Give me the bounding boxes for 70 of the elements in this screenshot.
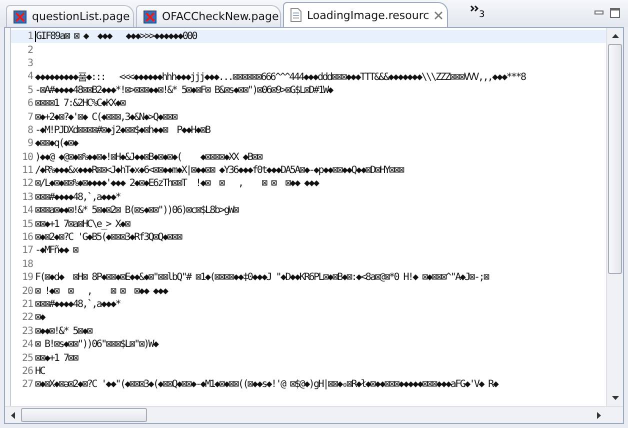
code-line: ⊠◆ — [35, 312, 44, 324]
line-number: 9 — [26, 138, 34, 150]
editor-tab[interactable]: questionList.page — [6, 5, 134, 27]
maximize-icon[interactable] — [610, 8, 620, 18]
code-line: ⊠◆◆⊠!&* 5⊠◆⊠ — [35, 326, 92, 337]
code-line: ⊠◆⊠X◆⊠ə⊠2◆⊠?C '◆◆"(◆⊠⊠⊠3◆(◆⊠⊠Q◆⊠⊠◆-◆M1◆⊠◆⊠⊠((⊠◆◆s◆!'@ ⊠$@◆)gH|⊠⊠◆₀⊠R◆ł◆⊠◆◆⊠⊠⊠◆◆◆◆◆⊠⊠⊠◆◆◆aFG◆'V◆ R◆ — [35, 379, 498, 390]
line-number: 10 — [20, 152, 34, 163]
hidden-tab-count: 3 — [479, 10, 485, 20]
code-line: )◆◆@ ◆@⊠◆⊠%◆◆⊠◆!⊠H◆&J◆◆⊠B◆⊠◆⊠◆( ◆⊠⊠⊠⊠◆XX ◆B⊠⊠ — [35, 152, 262, 163]
line-number: 14 — [20, 205, 34, 216]
code-line: ⊠ !◆⊠ ⊠ , ⊠ ⊠ ⊠◆◆ ◆◆◆ — [35, 286, 168, 297]
line-number: 7 — [26, 112, 34, 123]
code-line: HC — [35, 366, 44, 377]
document-icon — [290, 8, 302, 22]
down-arrow-icon[interactable] — [612, 396, 618, 400]
line-number: 19 — [20, 272, 34, 284]
code-line: ⊠◆+2◆⊠?◆'⊠◆ C(◆⊠⊠⊠,3◆&N◆>Q◆⊠⊠⊠ — [35, 112, 177, 123]
line-number: 22 — [20, 312, 34, 324]
code-line: ⊠⊠⊠#◆◆◆◆48,`,a◆◆◆* — [35, 299, 120, 310]
line-number: 25 — [20, 352, 34, 364]
code-line: /◆R%◆◆◆&x◆◆◆R⊠⊠<J◆hT◆x◆6<⊠⊠◆◆m◆X|⊠◆◆⊠⊠ ◆Y36◆◆◆f0t◆◆◆DA5A⊠◆-◆p◆◆⊠⊠◆◆Q◆◆⊠D⊠HY⊠⊠⊠ — [35, 165, 404, 176]
line-number: 13 — [20, 192, 34, 203]
code-line: GIF89a⊠ ⊠ ◆ ◆◆◆ ◆◆◆>>>◆◆◆◆◆◆000 — [36, 31, 196, 42]
vertical-scrollbar[interactable] — [606, 28, 623, 406]
scrollbar-thumb[interactable] — [608, 44, 622, 274]
line-number: 4 — [26, 71, 34, 82]
line-number: 12 — [20, 178, 34, 190]
code-line: -◆MFñ◆◆ ⊠ — [35, 245, 78, 256]
editor-tab[interactable]: OFACCheckNew.page — [136, 5, 281, 27]
code-line: ⊠⊠⊠a⊠◆◆⊠!&* 5⊠◆⊠2⊠ B(⊠s◆⊠⊠"))06)⊠c⊠$L8b>gW⊠ — [35, 205, 238, 216]
close-icon[interactable] — [434, 10, 444, 20]
line-number: 21 — [20, 299, 34, 310]
line-number: 26 — [20, 366, 34, 377]
code-line: -⊠A#◆◆◆◆48⊠⊠B2◆◆◆*!⊠>⊠⊠⊠◆◆⊠!&* 5⊠◆⊠F⊠ B&⊠s◆⊠⊠")⊠06⊠9>⊠G$L⊠D#1W◆ — [35, 84, 332, 96]
text-cursor — [35, 31, 36, 42]
line-number: 24 — [20, 339, 34, 350]
up-arrow-icon[interactable] — [612, 34, 618, 38]
code-line: -◆M!PJDXd⊠⊠⊠⊠#⊠◆j2◆⊠⊠$◆⊠h◆◆⊠ P◆◆H◆⊠B — [35, 124, 210, 136]
line-number: 3 — [26, 58, 34, 69]
code-line: ⊠⊠⊠⊠1 7:&2HC%C◆KX◆⊠ — [35, 98, 125, 110]
line-number: 27 — [20, 379, 34, 390]
line-number: 15 — [20, 218, 34, 230]
line-number: 23 — [20, 326, 34, 337]
editor-tab[interactable]: LoadingImage.resourc — [283, 2, 448, 27]
left-arrow-icon[interactable] — [11, 412, 15, 418]
page-file-icon — [13, 10, 27, 24]
right-arrow-icon[interactable] — [597, 412, 601, 418]
line-number: 16 — [20, 232, 34, 244]
page-file-icon — [143, 10, 157, 24]
code-line: ◆⊠⊠◆q(◆⊠◆ — [35, 138, 78, 150]
line-number: 11 — [20, 165, 34, 176]
code-line: ⊠⊠⊠#◆◆◆◆48,`,a◆◆◆* — [35, 192, 120, 203]
line-number: 8 — [26, 124, 34, 136]
code-line: ⊠ B!⊠s◆⊠⊠"))06"⊠⊠⊠$L⊠"⊠)W◆ — [35, 339, 158, 350]
line-number: 1 — [26, 31, 34, 42]
code-line: ⊠◆⊠2◆⊠?C 'G◆B5(◆⊠⊠⊠3◆Rf3Q⊠Q◆⊠⊠⊠ — [35, 232, 182, 244]
code-line: ⊠/L◆⊠◆⊠⊠%◆⊠◆◆◆◆'◆◆◆ 2◆⊠◆E6zTh⊠⊠T !◆⊠ ⊠ , ⊠ ⊠ ⊠◆◆ ◆◆◆ — [35, 178, 318, 190]
line-number: 5 — [26, 84, 34, 96]
code-line: ⊠⊠◆+1 7⊠⊠ — [35, 352, 78, 364]
line-number: 17 — [20, 245, 34, 256]
line-number: 6 — [26, 98, 34, 110]
scrollbar-thumb[interactable] — [21, 408, 147, 422]
code-line: ◆◆◆◆◆◆◆◆◆품◆::: <<<◆◆◆◆◆◆hhh◆◆◆jjj◆◆◆...⊠⊠⊠⊠⊠⊠666^^^444◆◆◆ddd⊠⊠⊠◆◆◆TTT&&&◆◆◆◆◆◆◆\\\ZZZ⊠⊠⊠VVV,,,◆◆◆***8 — [35, 70, 526, 84]
horizontal-scrollbar[interactable] — [5, 406, 623, 423]
code-line: F(⊠◆d◆ ⊠H⊠ 8P◆⊠⊠◆⊠E◆◆&◆⊠"⊠⊠lbQ"# ⊠1◆(⊠⊠⊠⊠◆◆‡0◆◆◆J "◆D◆◆KR6PL⊠◆⊠B◆⊠:◆<8a⊠@⊠*0 H!◆ ⊠◆⊠⊠⊠^"A◆J⊠-;⊠ — [35, 272, 488, 284]
line-number: 18 — [20, 258, 34, 270]
code-line: ⊠⊠◆+1 7⊠a⊠HC\e_> X◆⊠ — [35, 218, 130, 230]
line-number: 2 — [26, 44, 34, 56]
line-number: 20 — [20, 286, 34, 297]
chevrons-icon[interactable] — [470, 5, 479, 12]
